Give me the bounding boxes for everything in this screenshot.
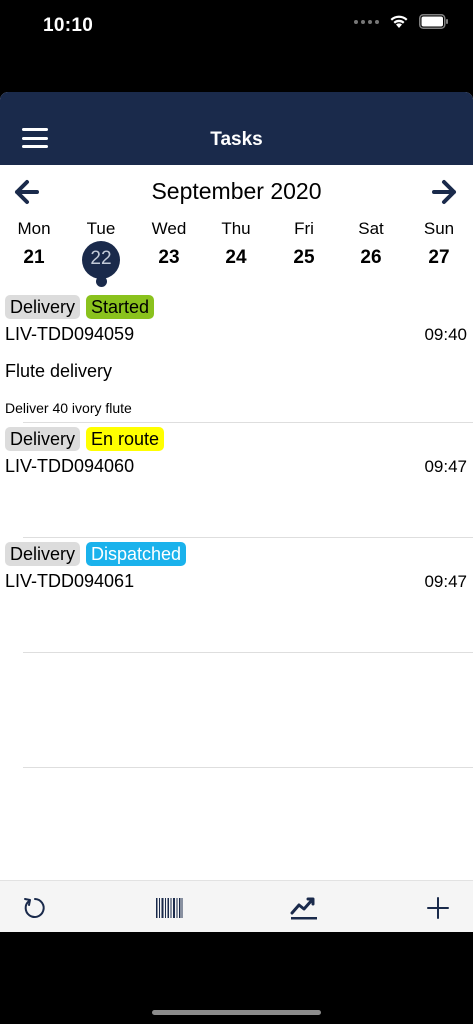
status-badge: Started: [86, 295, 155, 319]
task-name: Flute delivery: [5, 361, 113, 381]
day-name: Thu: [221, 219, 251, 238]
chart-button[interactable]: [289, 893, 319, 923]
day-name: Wed: [151, 219, 187, 238]
app-screen: Tasks September 2020 Mon 21 Tue 22 Wed 2…: [0, 92, 473, 932]
barcode-icon: [156, 898, 183, 918]
day-sun[interactable]: Sun 27: [414, 218, 464, 279]
page-title: Tasks: [210, 129, 263, 150]
status-bar: 10:10: [0, 0, 473, 52]
home-indicator[interactable]: [152, 1010, 321, 1015]
divider: [23, 767, 473, 768]
status-badge: En route: [86, 427, 165, 451]
calendar-month: September 2020: [151, 178, 322, 204]
scan-barcode-button[interactable]: [154, 893, 184, 923]
refresh-icon: [24, 898, 45, 918]
task-type-badge: Delivery: [5, 295, 81, 319]
day-name: Sun: [423, 219, 455, 238]
status-time: 10:10: [43, 15, 94, 36]
refresh-button[interactable]: [20, 893, 50, 923]
task-item[interactable]: Delivery Started LIV-TDD094059 09:40 Flu…: [0, 290, 473, 422]
day-thu[interactable]: Thu 24: [211, 218, 261, 279]
task-item[interactable]: Delivery Dispatched LIV-TDD094061 09:47: [0, 537, 473, 652]
day-mon[interactable]: Mon 21: [9, 218, 59, 279]
add-button[interactable]: [423, 893, 453, 923]
nav-bar: Tasks: [0, 92, 473, 165]
plus-icon: [427, 897, 449, 919]
day-number: 26: [360, 247, 382, 268]
task-type-badge: Delivery: [5, 427, 81, 451]
day-number: 23: [158, 247, 180, 268]
task-time: 09:40: [424, 325, 467, 344]
arrow-right-icon[interactable]: [431, 179, 457, 205]
task-indicator-dot: [95, 276, 107, 287]
day-sat[interactable]: Sat 26: [346, 218, 396, 279]
week-days: Mon 21 Tue 22 Wed 23 Thu 24 Fri 25 Sat 2…: [0, 218, 473, 288]
task-badges: Delivery Dispatched: [5, 542, 187, 566]
task-time: 09:47: [424, 457, 467, 476]
week-calendar: September 2020 Mon 21 Tue 22 Wed 23 Thu …: [0, 165, 473, 290]
day-name: Mon: [17, 219, 51, 238]
wifi-icon: [390, 15, 408, 28]
day-number: 21: [23, 247, 45, 268]
day-number-selected: 22: [82, 241, 120, 279]
task-badges: Delivery Started: [5, 295, 155, 319]
battery-icon: [419, 14, 448, 29]
status-badge: Dispatched: [86, 542, 187, 566]
task-type-badge: Delivery: [5, 542, 81, 566]
task-badges: Delivery En route: [5, 427, 165, 451]
task-id: LIV-TDD094061: [5, 571, 135, 591]
day-number: 27: [428, 247, 450, 268]
day-tue[interactable]: Tue 22: [76, 218, 126, 287]
day-name: Tue: [86, 219, 116, 238]
bottom-toolbar: [0, 880, 473, 932]
task-id: LIV-TDD094059: [5, 324, 135, 344]
chart-icon: [290, 897, 317, 920]
status-icons: [354, 14, 449, 29]
task-id: LIV-TDD094060: [5, 456, 135, 476]
task-item[interactable]: Delivery En route LIV-TDD094060 09:47: [0, 422, 473, 537]
day-number: 25: [293, 247, 315, 268]
task-description: Deliver 40 ivory flute: [5, 400, 132, 416]
day-wed[interactable]: Wed 23: [144, 218, 194, 279]
task-list: Delivery Started LIV-TDD094059 09:40 Flu…: [0, 290, 473, 768]
day-number: 24: [225, 247, 247, 268]
cellular-signal-icon: [354, 19, 379, 24]
day-fri[interactable]: Fri 25: [279, 218, 329, 279]
day-name: Sat: [358, 219, 384, 238]
divider: [23, 652, 473, 653]
day-name: Fri: [294, 219, 314, 238]
task-time: 09:47: [424, 572, 467, 591]
